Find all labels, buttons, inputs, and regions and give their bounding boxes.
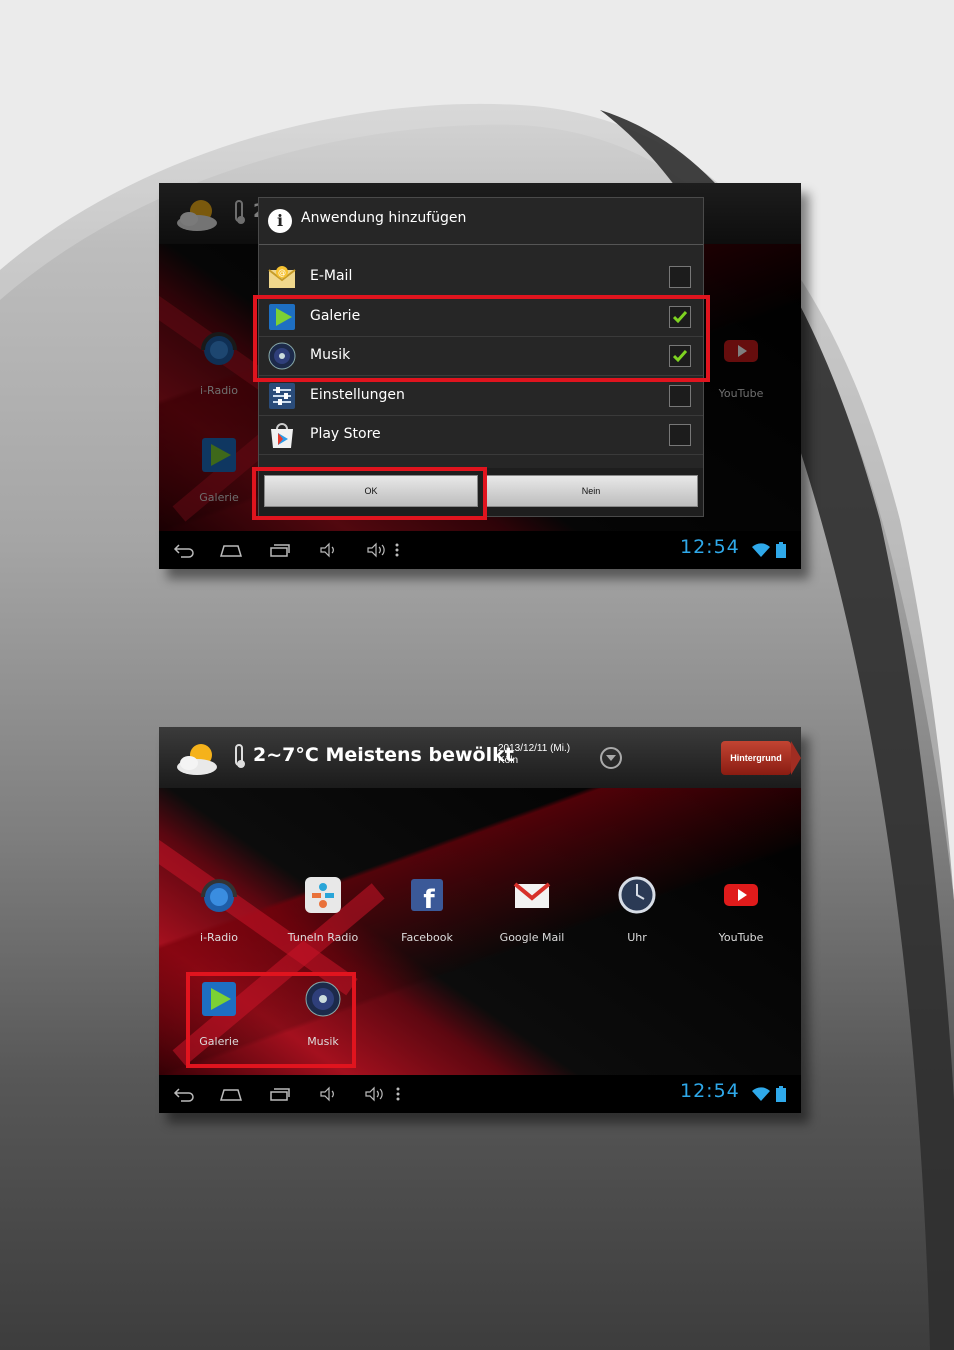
weather-condition: Meistens bewölkt xyxy=(325,744,514,766)
volume-down-icon[interactable] xyxy=(318,542,340,558)
menu-icon[interactable] xyxy=(394,1086,402,1102)
volume-down-icon[interactable] xyxy=(318,1086,340,1102)
highlight-ok-button xyxy=(252,467,487,520)
temperature: 2~7°C xyxy=(253,744,319,766)
info-icon: i xyxy=(268,209,292,233)
weather-cloud-sun-icon xyxy=(177,744,217,775)
option-label: Play Store xyxy=(310,426,381,442)
app-youtube[interactable]: YouTube xyxy=(691,875,791,944)
app-label: YouTube xyxy=(718,931,764,944)
app-label: i-Radio xyxy=(200,931,238,944)
recent-apps-icon[interactable] xyxy=(269,542,291,558)
city: Köln xyxy=(498,755,519,766)
app-option-play-store[interactable]: Play Store xyxy=(259,415,703,455)
facebook-icon: f xyxy=(411,879,443,915)
date-location: 2013/12/11 (Mi.) Köln xyxy=(498,743,570,767)
highlight-selected-apps xyxy=(253,295,710,382)
back-icon[interactable] xyxy=(173,542,195,558)
app-label: TuneIn Radio xyxy=(287,931,359,944)
clock: 12:54 xyxy=(680,1080,740,1102)
play-store-icon xyxy=(271,423,293,448)
clock-icon xyxy=(618,876,656,914)
option-checkbox[interactable] xyxy=(669,424,691,446)
dialog-header: i Anwendung hinzufügen xyxy=(259,198,703,245)
svg-text:f: f xyxy=(423,885,435,915)
system-nav-bar: 12:54 xyxy=(159,531,801,569)
home-icon[interactable] xyxy=(220,1086,242,1102)
battery-icon xyxy=(776,542,786,558)
recent-apps-icon[interactable] xyxy=(269,1086,291,1102)
option-label: Einstellungen xyxy=(310,387,405,403)
battery-icon xyxy=(776,1086,786,1102)
option-label: E-Mail xyxy=(310,268,353,284)
app-option-einstellungen[interactable]: Einstellungen xyxy=(259,376,703,416)
date: 2013/12/11 (Mi.) xyxy=(498,743,571,754)
app-label: Uhr xyxy=(627,931,647,944)
app-iradio[interactable]: i-Radio xyxy=(169,875,269,944)
clock: 12:54 xyxy=(680,536,740,558)
thermometer-icon xyxy=(235,744,245,768)
highlight-new-apps xyxy=(186,972,356,1068)
weather-expand-button[interactable] xyxy=(600,747,622,769)
tunein-icon xyxy=(305,877,341,913)
volume-up-icon[interactable] xyxy=(363,1086,385,1102)
volume-up-icon[interactable] xyxy=(365,542,387,558)
cancel-button[interactable]: Nein xyxy=(484,475,698,507)
option-checkbox[interactable] xyxy=(669,266,691,288)
app-uhr[interactable]: Uhr xyxy=(587,875,687,944)
youtube-icon xyxy=(724,884,758,906)
app-label: Facebook xyxy=(401,931,453,944)
system-nav-bar: 12:54 xyxy=(159,1075,801,1113)
wifi-icon xyxy=(752,543,770,557)
menu-icon[interactable] xyxy=(393,542,401,558)
back-icon[interactable] xyxy=(173,1086,195,1102)
email-app-icon: @ xyxy=(268,266,296,288)
weather-bar: 2~7°C Meistens bewölkt 2013/12/11 (Mi.) … xyxy=(159,727,801,788)
app-google-mail[interactable]: Google Mail xyxy=(482,875,582,944)
svg-text:@: @ xyxy=(278,268,286,277)
wifi-icon xyxy=(752,1087,770,1101)
app-option-email[interactable]: @ E-Mail xyxy=(259,257,703,297)
app-tunein-radio[interactable]: TuneIn Radio xyxy=(273,875,373,944)
wallpaper-button[interactable]: Hintergrund xyxy=(721,741,801,775)
app-label: Google Mail xyxy=(499,931,565,944)
settings-app-icon xyxy=(269,383,295,409)
iradio-icon xyxy=(201,879,237,912)
dialog-title: Anwendung hinzufügen xyxy=(301,210,467,226)
gmail-icon xyxy=(513,882,551,908)
home-icon[interactable] xyxy=(220,542,242,558)
option-checkbox[interactable] xyxy=(669,385,691,407)
weather-summary: 2~7°C Meistens bewölkt xyxy=(253,744,514,766)
app-facebook[interactable]: f Facebook xyxy=(377,875,477,944)
